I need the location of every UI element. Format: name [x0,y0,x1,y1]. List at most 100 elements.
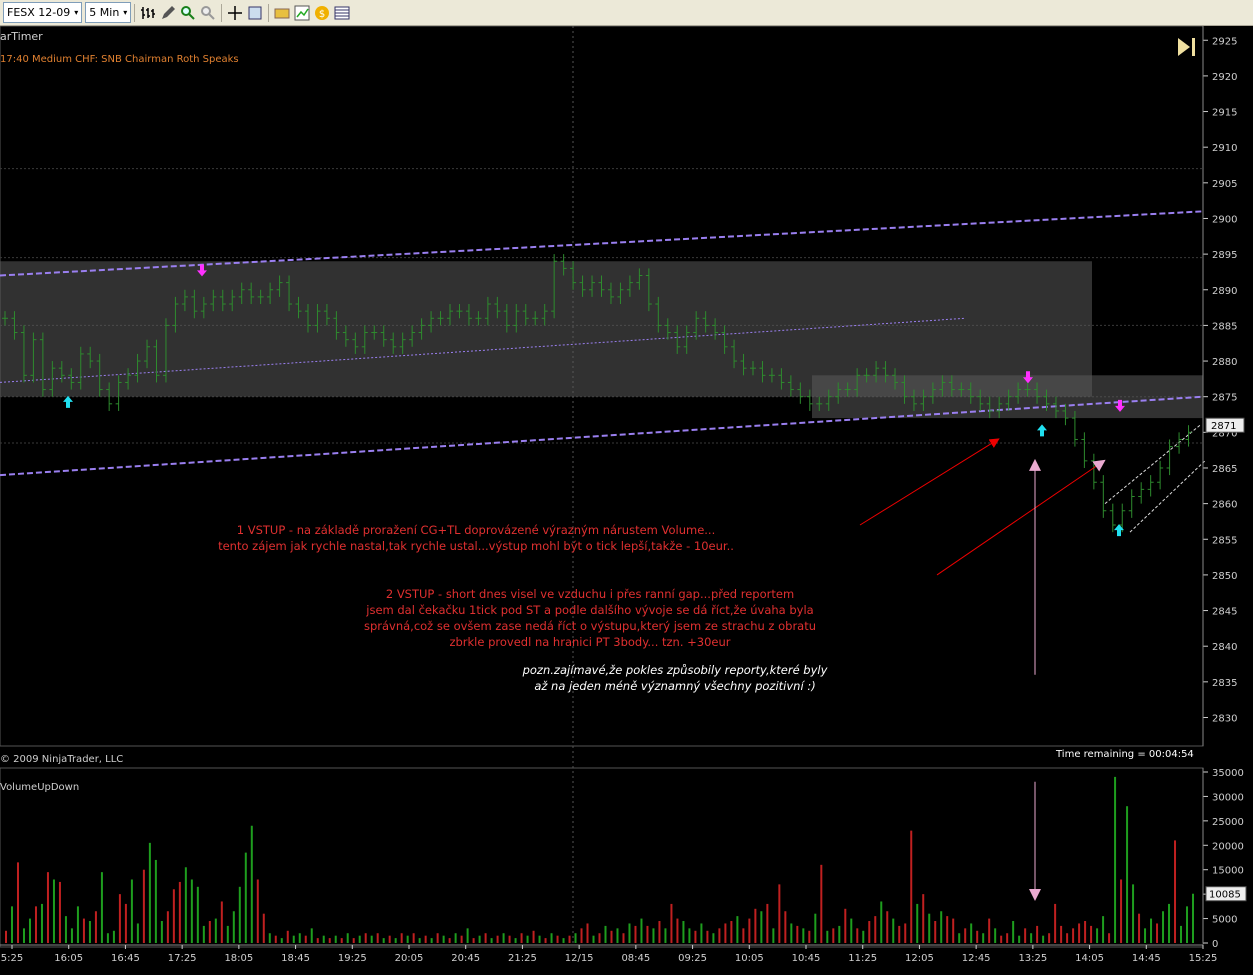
volume-bar [346,933,349,943]
volume-bar [1078,923,1081,943]
price-tick-label: 2845 [1212,607,1237,618]
volume-bar [868,921,871,943]
draw-pen-icon[interactable] [160,5,176,21]
chevron-down-icon: ▾ [123,8,128,17]
volume-bar [1096,928,1099,943]
volume-bar [652,928,655,943]
volume-bar [814,913,817,943]
volume-bar [286,930,289,943]
volume-bar [70,928,73,943]
volume-bar [430,938,433,943]
volume-bar [742,928,745,943]
time-tick-label: 17:25 [168,953,197,964]
volume-bar [616,928,619,943]
volume-bar [322,935,325,943]
time-tick-label: 16:45 [111,953,140,964]
volume-bar [910,830,913,943]
price-tick-label: 2885 [1212,321,1237,332]
note-entry-1: 1 VSTUP - na základě proražení CG+TL dop… [196,522,756,554]
time-tick-label: 20:45 [451,953,480,964]
indicator-icon[interactable] [294,5,310,21]
small-channel-upper [1104,424,1201,505]
volume-bar [226,925,229,943]
time-tick-label: 14:45 [1132,953,1161,964]
volume-bar [112,930,115,943]
volume-bar [844,908,847,943]
zoom-in-icon[interactable] [180,5,196,21]
volume-bar [394,938,397,943]
volume-bar [454,933,457,943]
last-volume-label: 10085 [1209,890,1241,901]
money-icon[interactable]: $ [314,5,330,21]
volume-bar [1054,903,1057,943]
volume-bar [754,908,757,943]
volume-bar [736,916,739,943]
volume-bar [142,869,145,943]
volume-bar [124,903,127,943]
volume-bar [196,886,199,943]
volume-bar [16,862,19,943]
volume-bar [526,935,529,943]
chart-area[interactable]: 2925 2920 2915 2910 2905 2900 2895 2890 2885 2880… [0,25,1253,971]
volume-bar [424,935,427,943]
volume-bar [1126,806,1129,943]
price-tick-label: 2910 [1212,143,1237,154]
volume-bar [1006,933,1009,943]
volume-bar [1000,935,1003,943]
volume-bar [382,938,385,943]
volume-tick-label: 0 [1212,939,1218,950]
volume-bar [646,925,649,943]
volume-bar [688,928,691,943]
volume-bar [76,906,79,943]
volume-bar [1150,918,1153,943]
volume-bar [106,933,109,943]
bar-type-icon[interactable] [140,5,156,21]
volume-bar [358,935,361,943]
volume-bar [586,923,589,943]
crosshair-icon[interactable] [227,5,243,21]
volume-bar [604,925,607,943]
volume-bar [538,935,541,943]
volume-bar [760,911,763,943]
properties-icon[interactable] [247,5,263,21]
volume-bar [940,911,943,943]
volume-bar [856,928,859,943]
long-signal-icon [1037,424,1047,437]
volume-bar [1084,921,1087,943]
volume-bar [1168,903,1171,943]
volume-bar [682,921,685,943]
price-tick-label: 2840 [1212,642,1237,653]
note-remark-line: pozn.zajímavé,že pokles způsobily report… [522,663,828,677]
volume-bar [1114,776,1117,943]
time-tick-label: 12:05 [905,953,934,964]
volume-bar [946,916,949,943]
volume-bar [220,901,223,943]
entry-arrow-1 [859,438,1000,526]
volume-bar [838,925,841,943]
data-box-icon[interactable] [334,5,350,21]
volume-bar [778,884,781,943]
zoom-out-icon[interactable] [200,5,216,21]
volume-bar [310,928,313,943]
time-tick-label: 15:25 [1189,953,1218,964]
volume-bar [274,935,277,943]
strategy-icon[interactable] [274,5,290,21]
volume-bar [784,911,787,943]
volume-bar [628,923,631,943]
chart-canvas[interactable]: 2925 2920 2915 2910 2905 2900 2895 2890 2885 2880… [0,25,1253,971]
note-remark-line: až na jeden méně významný všechny poziti… [534,679,816,693]
play-icon[interactable] [1176,36,1198,58]
volume-bar [280,938,283,943]
volume-bar [304,935,307,943]
interval-selector[interactable]: 5 Min ▾ [85,2,132,23]
volume-bar [598,933,601,943]
volume-bar [472,938,475,943]
instrument-selector[interactable]: FESX 12-09 ▾ [3,2,83,23]
time-tick-label: 08:45 [621,953,650,964]
volume-bar [790,923,793,943]
volume-bar [370,935,373,943]
volume-bar [1156,923,1159,943]
volume-bar [532,930,535,943]
time-tick-label: 18:05 [224,953,253,964]
volume-bar [28,918,31,943]
